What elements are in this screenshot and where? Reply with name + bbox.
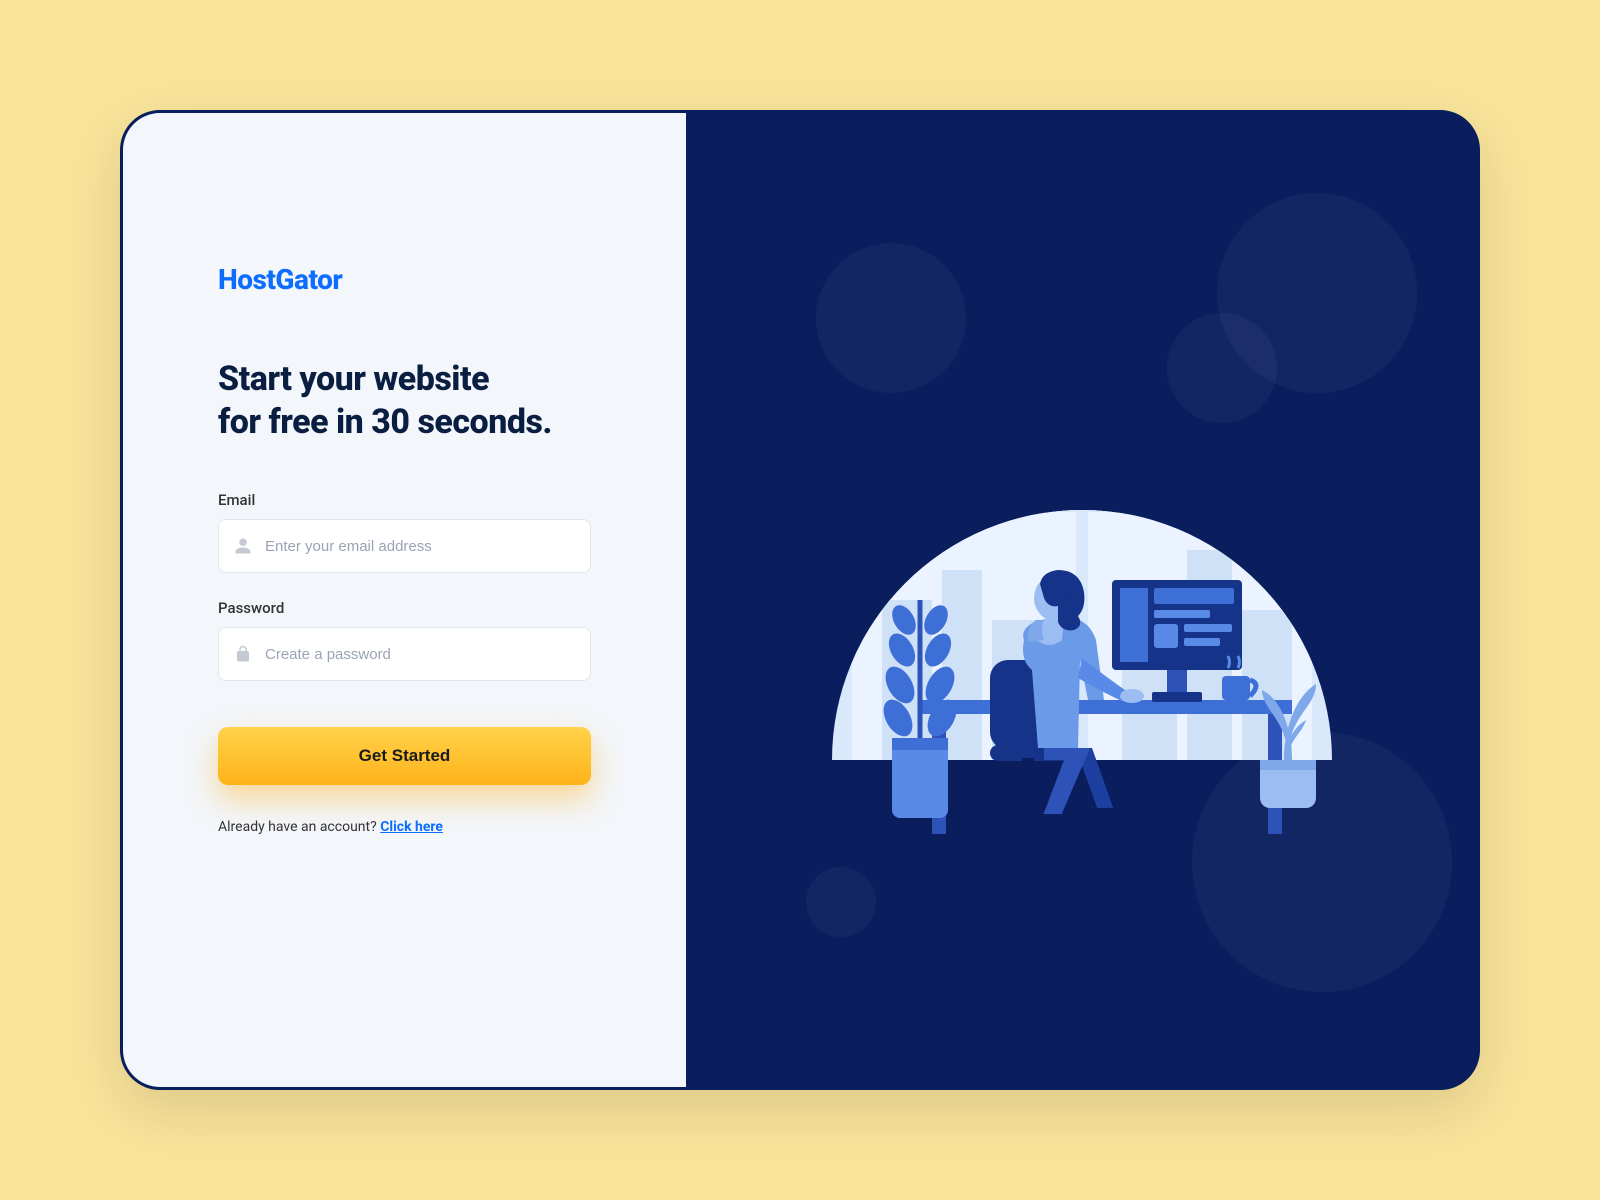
password-label: Password: [218, 599, 591, 617]
signin-prompt: Already have an account?: [218, 819, 380, 835]
password-input[interactable]: [218, 627, 591, 681]
user-icon: [234, 537, 252, 555]
signin-row: Already have an account? Click here: [218, 819, 591, 835]
page-headline: Start your website for free in 30 second…: [218, 358, 591, 443]
password-input-wrap: [218, 627, 591, 681]
headline-line-2: for free in 30 seconds.: [218, 402, 552, 442]
signup-card: HostGator Start your website for free in…: [120, 110, 1480, 1090]
form-panel: HostGator Start your website for free in…: [123, 113, 686, 1087]
brand-logo: HostGator: [218, 263, 591, 296]
hero-illustration: [792, 340, 1372, 860]
email-input-wrap: [218, 519, 591, 573]
lock-icon: [234, 645, 252, 663]
email-input[interactable]: [218, 519, 591, 573]
email-label: Email: [218, 491, 591, 509]
get-started-button[interactable]: Get Started: [218, 727, 591, 785]
signin-link[interactable]: Click here: [380, 819, 443, 835]
decorative-bubble: [806, 867, 876, 937]
illustration-panel: [686, 113, 1477, 1087]
headline-line-1: Start your website: [218, 359, 489, 399]
